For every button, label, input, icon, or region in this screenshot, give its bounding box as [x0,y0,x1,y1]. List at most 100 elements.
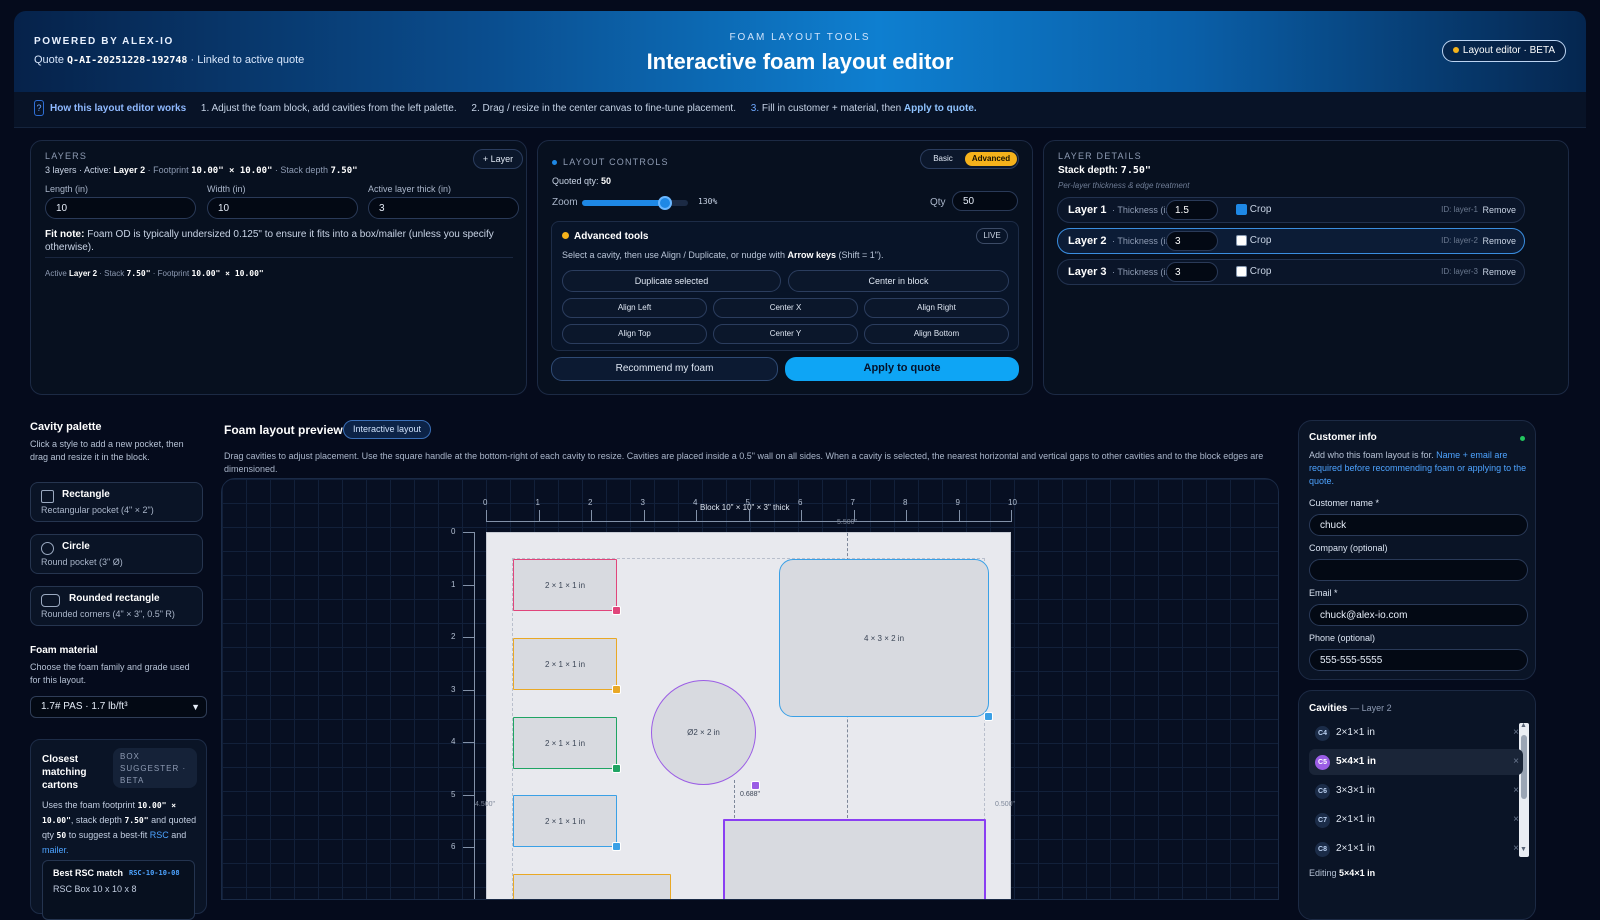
rsc-code: RSC-10-10-08 [129,869,180,877]
company-input[interactable] [1309,559,1528,581]
name-label: Customer name * [1309,498,1380,508]
center-y-button[interactable]: Center Y [713,324,858,344]
resize-handle[interactable] [612,842,621,851]
cavity-code-badge: C4 [1315,726,1330,741]
circle-icon [41,542,54,555]
cavity-c8[interactable] [513,874,671,899]
crop-toggle[interactable]: Crop [1236,229,1271,253]
remove-layer-button[interactable]: Remove [1482,229,1516,253]
resize-handle[interactable] [612,685,621,694]
foam-material-title: Foam material [30,645,98,656]
close-icon[interactable]: × [1513,778,1519,804]
editing-line: Editing 5×4×1 in [1309,868,1376,878]
close-icon[interactable]: × [1513,836,1519,862]
cavity-label: 2×1×1 in [1336,727,1375,738]
remove-layer-button[interactable]: Remove [1482,198,1516,222]
align-top-button[interactable]: Align Top [562,324,707,344]
cavity-list-item[interactable]: C6 3×3×1 in × [1309,778,1523,804]
email-input[interactable] [1309,604,1528,626]
layer-id: ID: layer-2 [1441,236,1478,245]
cavity-rounded[interactable]: 4 × 3 × 2 in [779,559,989,717]
thickness-label: · Thickness (in) [1112,205,1174,215]
add-layer-button[interactable]: + Layer [473,149,523,169]
resize-handle[interactable] [984,712,993,721]
close-icon[interactable]: × [1513,807,1519,833]
layer-thickness-input[interactable] [1166,262,1218,282]
cavity-c2[interactable]: 2 × 1 × 1 in [513,638,617,690]
foam-material-select[interactable]: 1.7# PAS · 1.7 lb/ft³ ▼ [30,696,207,718]
divider [45,257,513,258]
align-left-button[interactable]: Align Left [562,298,707,318]
resize-handle[interactable] [612,606,621,615]
close-icon[interactable]: × [1513,720,1519,746]
phone-input[interactable] [1309,649,1528,671]
palette-rounded-rectangle[interactable]: Rounded rectangle Rounded corners (4" × 3… [30,586,203,626]
help-step-1: 1. Adjust the foam block, add cavities f… [200,103,457,114]
layer-details-label: LAYER DETAILS [1058,151,1142,161]
cavity-list-item[interactable]: C4 2×1×1 in × [1309,720,1523,746]
dim-right: 0.500" [995,801,1016,808]
zoom-slider[interactable] [582,196,688,210]
layer-thickness-input[interactable] [1166,231,1218,251]
cavity-code-badge: C6 [1315,784,1330,799]
cavity-c1[interactable]: 2 × 1 × 1 in [513,559,617,611]
thick-input[interactable] [368,197,519,219]
mode-basic-button[interactable]: Basic [923,152,963,166]
preview-title: Foam layout preview [224,423,343,437]
interactive-layout-pill[interactable]: Interactive layout [343,420,431,439]
qty-input[interactable] [952,191,1018,211]
cavity-c3[interactable]: 2 × 1 × 1 in [513,717,617,769]
length-input[interactable] [45,197,196,219]
crop-checkbox[interactable] [1236,234,1247,246]
cavity-list-item[interactable]: C5 5×4×1 in × [1309,749,1523,775]
crop-checkbox[interactable] [1236,203,1247,215]
remove-layer-button[interactable]: Remove [1482,260,1516,284]
layer-row[interactable]: Layer 2 · Thickness (in) Crop ID: layer-2 R… [1057,228,1525,254]
email-label: Email * [1309,588,1338,598]
cavity-list-item[interactable]: C7 2×1×1 in × [1309,807,1523,833]
recommend-foam-button[interactable]: Recommend my foam [551,357,778,381]
layer-thickness-input[interactable] [1166,200,1218,220]
apply-to-quote-button[interactable]: Apply to quote [785,357,1019,381]
layout-controls-label: LAYOUT CONTROLS [552,157,669,167]
palette-circle[interactable]: Circle Round pocket (3" Ø) [30,534,203,574]
customer-name-input[interactable] [1309,514,1528,536]
gap-guide [734,780,735,818]
header-eyebrow: FOAM LAYOUT TOOLS [729,32,871,43]
align-bottom-button[interactable]: Align Bottom [864,324,1009,344]
crop-checkbox[interactable] [1236,265,1247,277]
layout-canvas[interactable]: Block 10" × 10" × 3" thick 0 1 2 3 4 5 6 7 8 9 10 … [221,478,1279,900]
status-dot-icon [1452,47,1459,53]
resize-handle[interactable] [751,781,760,790]
layer-details-card: LAYER DETAILS Stack depth: 7.50" Per-lay… [1043,140,1569,395]
layer-details-sub: Per-layer thickness & edge treatment [1058,181,1190,190]
crop-toggle[interactable]: Crop [1236,260,1271,284]
resize-handle[interactable] [612,764,621,773]
page-title: Interactive foam layout editor [646,49,954,74]
duplicate-selected-button[interactable]: Duplicate selected [562,270,781,292]
help-bar: ? How this layout editor works 1. Adjust … [14,92,1586,128]
mode-advanced-button[interactable]: Advanced [965,152,1017,166]
foam-block[interactable]: 5.500" 4.500" 0.500" 0.688" 2 × 1 × 1 in… [475,519,1015,899]
help-title[interactable]: How this layout editor works [50,103,186,114]
close-icon[interactable]: × [1513,749,1519,775]
cavity-list-item[interactable]: C8 2×1×1 in × [1309,836,1523,862]
center-x-button[interactable]: Center X [713,298,858,318]
layer-row[interactable]: Layer 1 · Thickness (in) Crop ID: layer-1 R… [1057,197,1525,223]
best-rsc-match[interactable]: Best RSC match RSC-10-10-08 RSC Box 10 x… [42,860,195,920]
cavity-circle[interactable]: Ø2 × 2 in [651,680,756,785]
crop-toggle[interactable]: Crop [1236,198,1271,222]
cavity-palette-title: Cavity palette [30,421,102,433]
layer-row[interactable]: Layer 3 · Thickness (in) Crop ID: layer-3 R… [1057,259,1525,285]
width-input[interactable] [207,197,358,219]
cavity-c4[interactable]: 2 × 1 × 1 in [513,795,617,847]
palette-rectangle[interactable]: Rectangle Rectangular pocket (4" × 2") [30,482,203,522]
cartons-badge: BOX SUGGESTER · BETA [113,748,197,788]
cavity-selected[interactable] [723,819,986,899]
zoom-slider-thumb[interactable] [657,196,672,210]
mode-toggle: Basic Advanced [920,149,1019,169]
apply-link[interactable]: Apply to quote. [904,103,977,114]
center-in-block-button[interactable]: Center in block [788,270,1009,292]
cavity-label: 5×4×1 in [1336,756,1377,767]
align-right-button[interactable]: Align Right [864,298,1009,318]
